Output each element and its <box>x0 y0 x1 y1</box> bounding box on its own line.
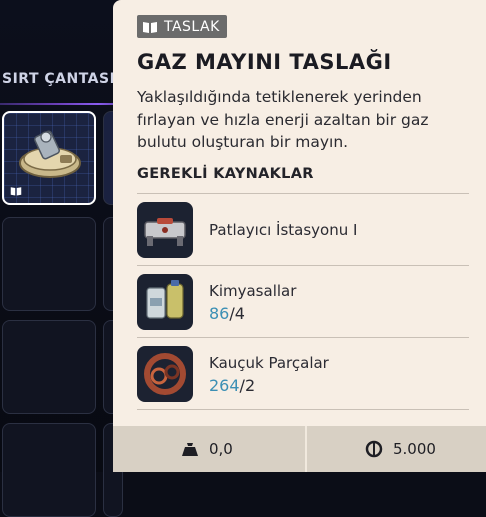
chemicals-icon <box>137 274 193 330</box>
coin-icon <box>365 440 383 458</box>
rubber-parts-icon <box>137 346 193 402</box>
inventory-slot[interactable] <box>2 320 96 414</box>
resource-row: Kimyasallar 86/4 <box>137 265 469 337</box>
inventory-slot-gas-mine[interactable] <box>2 111 96 205</box>
resource-name: Kimyasallar <box>209 282 297 300</box>
item-description: Yaklaşıldığında tetiklenerek yerinden fı… <box>137 88 429 151</box>
blueprint-tag: TASLAK <box>137 15 227 38</box>
inventory-slot[interactable] <box>2 423 96 517</box>
weight-stat: 0,0 <box>181 426 233 472</box>
resource-row: Patlayıcı İstasyonu I <box>137 193 469 265</box>
resource-row: Kauçuk Parçalar 264/2 <box>137 337 469 409</box>
resource-quantity: 264/2 <box>209 376 255 395</box>
price-value: 5.000 <box>393 440 436 458</box>
blueprint-icon <box>10 187 22 196</box>
inventory-slot[interactable] <box>2 217 96 311</box>
resource-quantity: 86/4 <box>209 304 245 323</box>
resource-have-count: 264 <box>209 376 240 395</box>
resource-have-count: 86 <box>209 304 230 323</box>
price-stat: 5.000 <box>365 426 436 472</box>
backpack-title: SIRT ÇANTASI <box>2 71 116 87</box>
explosives-station-icon <box>137 202 193 258</box>
resource-need-count: 2 <box>244 376 256 395</box>
footer-divider <box>305 426 307 472</box>
weight-value: 0,0 <box>209 440 233 458</box>
item-title: GAZ MAYINI TASLAĞI <box>137 50 392 74</box>
resource-name: Patlayıcı İstasyonu I <box>209 221 358 239</box>
blueprint-book-icon <box>143 21 157 33</box>
required-resources-heading: GEREKLİ KAYNAKLAR <box>137 166 314 182</box>
blueprint-tag-label: TASLAK <box>164 18 220 35</box>
weight-icon <box>182 443 198 456</box>
resource-need-count: 4 <box>234 304 245 323</box>
divider <box>137 409 469 410</box>
tooltip-footer: 0,0 5.000 <box>113 426 486 472</box>
resource-name: Kauçuk Parçalar <box>209 354 329 372</box>
